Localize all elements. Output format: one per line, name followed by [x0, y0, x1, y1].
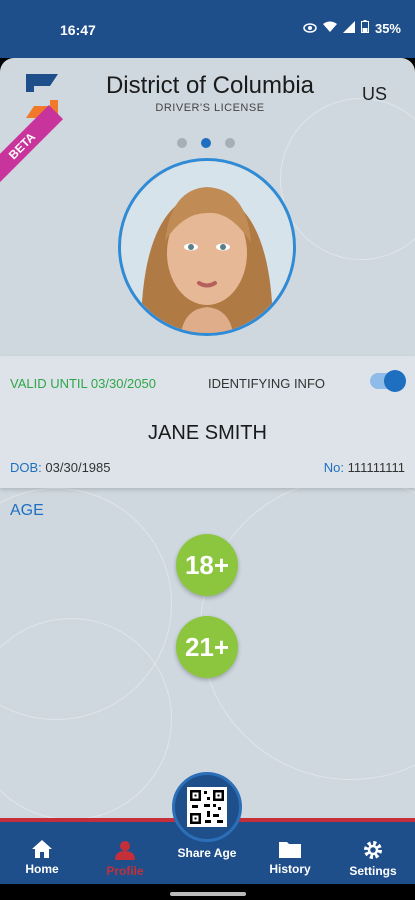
carousel-dot[interactable]	[177, 138, 187, 148]
carousel-dot-active[interactable]	[201, 138, 211, 148]
status-icons: 35%	[303, 20, 401, 36]
gear-icon	[364, 841, 382, 859]
nav-home-label: Home	[25, 862, 59, 876]
license-number-field: No: 111111111	[324, 460, 405, 475]
guilloche-pattern	[280, 98, 415, 260]
dob-value: 03/30/1985	[45, 460, 111, 475]
nav-history[interactable]: History	[250, 840, 330, 876]
share-age-label[interactable]: Share Age	[157, 846, 257, 860]
battery-percent: 35%	[374, 20, 401, 36]
nav-history-label: History	[269, 862, 311, 876]
identifying-info-toggle[interactable]	[370, 370, 406, 392]
dob-field: DOB: 03/30/1985	[10, 460, 111, 475]
nav-profile-label: Profile	[106, 864, 144, 878]
license-number-value: 111111111	[347, 460, 405, 475]
signal-icon	[342, 20, 355, 36]
license-card: District of Columbia DRIVER'S LICENSE US…	[0, 58, 415, 818]
identity-panel: VALID UNTIL 03/30/2050 IDENTIFYING INFO …	[0, 356, 415, 488]
nav-home[interactable]: Home	[2, 840, 82, 876]
carousel-dots[interactable]	[177, 138, 235, 148]
wifi-icon	[322, 21, 337, 36]
document-type: DRIVER'S LICENSE	[155, 102, 265, 114]
nav-profile[interactable]: Profile	[85, 840, 165, 878]
person-icon	[115, 841, 135, 860]
eye-icon	[303, 21, 317, 36]
holder-name: JANE SMITH	[148, 422, 267, 444]
folder-icon	[279, 842, 301, 858]
country-code: US	[361, 84, 387, 104]
qr-code-icon	[187, 787, 227, 827]
nav-settings-label: Settings	[349, 864, 397, 878]
status-time: 16:47	[60, 22, 96, 38]
age-badge-18: 18+	[176, 534, 238, 596]
state-title: District of Columbia	[105, 72, 315, 99]
gesture-handle[interactable]	[170, 892, 246, 896]
dob-label: DOB:	[10, 460, 42, 475]
identifying-info-label: IDENTIFYING INFO	[208, 376, 325, 391]
battery-icon	[360, 20, 369, 36]
gesture-bar	[0, 884, 415, 900]
share-age-button[interactable]	[172, 772, 242, 842]
age-section-label: AGE	[10, 502, 44, 519]
valid-until: VALID UNTIL 03/30/2050	[10, 376, 156, 391]
license-photo	[118, 158, 296, 336]
status-bar: 16:47 35%	[0, 0, 415, 58]
age-badge-21: 21+	[176, 616, 238, 678]
nav-settings[interactable]: Settings	[333, 840, 413, 878]
home-icon	[32, 840, 52, 858]
carousel-dot[interactable]	[225, 138, 235, 148]
license-number-label: No:	[323, 460, 345, 475]
toggle-knob[interactable]	[384, 370, 406, 392]
